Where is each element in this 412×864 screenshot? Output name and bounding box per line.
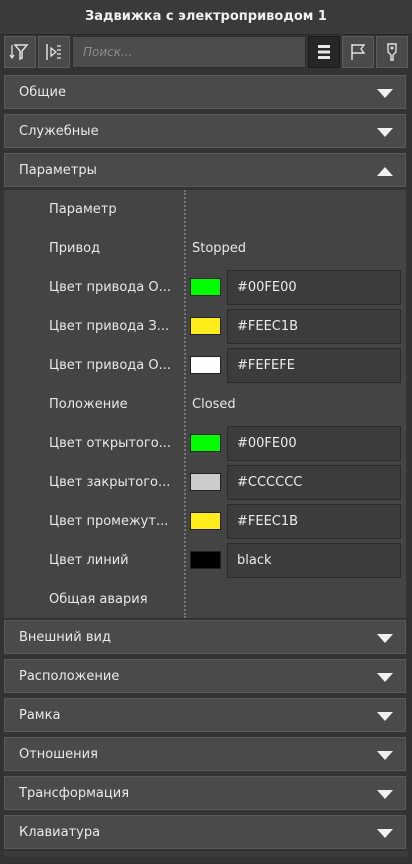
param-label: Цвет закрытого... — [49, 475, 171, 490]
param-row[interactable]: Цвет открытого... #00FE00 — [4, 424, 406, 463]
color-value-field[interactable]: #FEFEFE — [227, 348, 401, 383]
color-swatch[interactable] — [190, 434, 221, 452]
params-header-row: Параметр — [4, 190, 406, 229]
section-transform[interactable]: Трансформация — [4, 776, 406, 810]
section-service-label: Служебные — [19, 123, 99, 139]
param-label: Привод — [49, 241, 101, 256]
color-swatch[interactable] — [190, 473, 221, 491]
section-params[interactable]: Параметры — [4, 153, 406, 187]
param-row[interactable]: Общая авария — [4, 580, 406, 619]
flag-icon — [351, 44, 366, 60]
param-row[interactable]: Цвет привода О... #FEFEFE — [4, 346, 406, 385]
param-label: Цвет открытого... — [49, 436, 172, 451]
params-panel: Параметр Привод Stopped Цвет привода О..… — [4, 190, 406, 618]
param-label: Цвет привода О... — [49, 358, 171, 373]
chevron-down-icon — [377, 634, 393, 643]
color-value-field[interactable]: black — [227, 543, 401, 578]
search-input[interactable] — [81, 44, 297, 60]
section-layout-label: Расположение — [19, 668, 120, 684]
list-view-button[interactable] — [308, 36, 340, 68]
param-row[interactable]: Цвет привода О... #00FE00 — [4, 268, 406, 307]
param-value[interactable]: Stopped — [192, 229, 246, 268]
chevron-down-icon — [377, 89, 393, 98]
chevron-down-icon — [377, 128, 393, 137]
chevron-up-icon — [377, 167, 393, 176]
param-row[interactable]: Цвет промежут... #FEEC1B — [4, 502, 406, 541]
color-value-field[interactable]: #00FE00 — [227, 270, 401, 305]
color-value-field[interactable]: #FEEC1B — [227, 309, 401, 344]
section-appearance-label: Внешний вид — [19, 629, 111, 645]
panel-bottom-edge — [4, 851, 408, 857]
search-field[interactable] — [72, 36, 306, 68]
section-transform-label: Трансформация — [19, 785, 130, 801]
chevron-down-icon — [377, 790, 393, 799]
color-value-field[interactable]: #CCCCCC — [227, 465, 401, 500]
param-label: Положение — [49, 397, 128, 412]
collapse-icon — [46, 44, 61, 60]
param-label: Цвет линий — [49, 553, 129, 568]
section-keyboard-label: Клавиатура — [19, 824, 101, 840]
section-general-label: Общие — [19, 84, 66, 100]
tag-icon — [387, 43, 397, 61]
param-value[interactable]: Closed — [192, 385, 236, 424]
flag-button[interactable] — [342, 36, 374, 68]
toolbar — [4, 36, 408, 70]
section-relations[interactable]: Отношения — [4, 737, 406, 771]
section-keyboard[interactable]: Клавиатура — [4, 815, 406, 849]
param-label: Цвет привода О... — [49, 280, 171, 295]
list-view-icon — [318, 45, 330, 59]
color-swatch[interactable] — [190, 512, 221, 530]
param-row[interactable]: Цвет привода З... #FEEC1B — [4, 307, 406, 346]
section-relations-label: Отношения — [19, 746, 98, 762]
param-label: Цвет привода З... — [49, 319, 170, 334]
section-general[interactable]: Общие — [4, 75, 406, 109]
params-header-label: Параметр — [49, 202, 117, 217]
param-row[interactable]: Цвет закрытого... #CCCCCC — [4, 463, 406, 502]
section-frame[interactable]: Рамка — [4, 698, 406, 732]
param-label: Цвет промежут... — [49, 514, 169, 529]
color-swatch[interactable] — [190, 317, 221, 335]
color-swatch[interactable] — [190, 356, 221, 374]
chevron-down-icon — [377, 712, 393, 721]
collapse-button[interactable] — [38, 36, 70, 68]
section-params-label: Параметры — [19, 162, 97, 178]
tag-button[interactable] — [376, 36, 408, 68]
color-value-field[interactable]: #00FE00 — [227, 426, 401, 461]
param-row[interactable]: Положение Closed — [4, 385, 406, 424]
color-swatch[interactable] — [190, 551, 221, 569]
filter-sort-icon — [9, 44, 29, 61]
section-frame-label: Рамка — [19, 707, 61, 723]
section-layout[interactable]: Расположение — [4, 659, 406, 693]
chevron-down-icon — [377, 673, 393, 682]
section-appearance[interactable]: Внешний вид — [4, 620, 406, 654]
param-row[interactable]: Цвет линий black — [4, 541, 406, 580]
filter-sort-button[interactable] — [4, 36, 36, 68]
color-value-field[interactable]: #FEEC1B — [227, 504, 401, 539]
color-swatch[interactable] — [190, 278, 221, 296]
param-row[interactable]: Привод Stopped — [4, 229, 406, 268]
chevron-down-icon — [377, 751, 393, 760]
chevron-down-icon — [377, 829, 393, 838]
section-service[interactable]: Служебные — [4, 114, 406, 148]
window-title: Задвижка с электроприводом 1 — [0, 0, 412, 35]
param-label: Общая авария — [49, 592, 148, 607]
